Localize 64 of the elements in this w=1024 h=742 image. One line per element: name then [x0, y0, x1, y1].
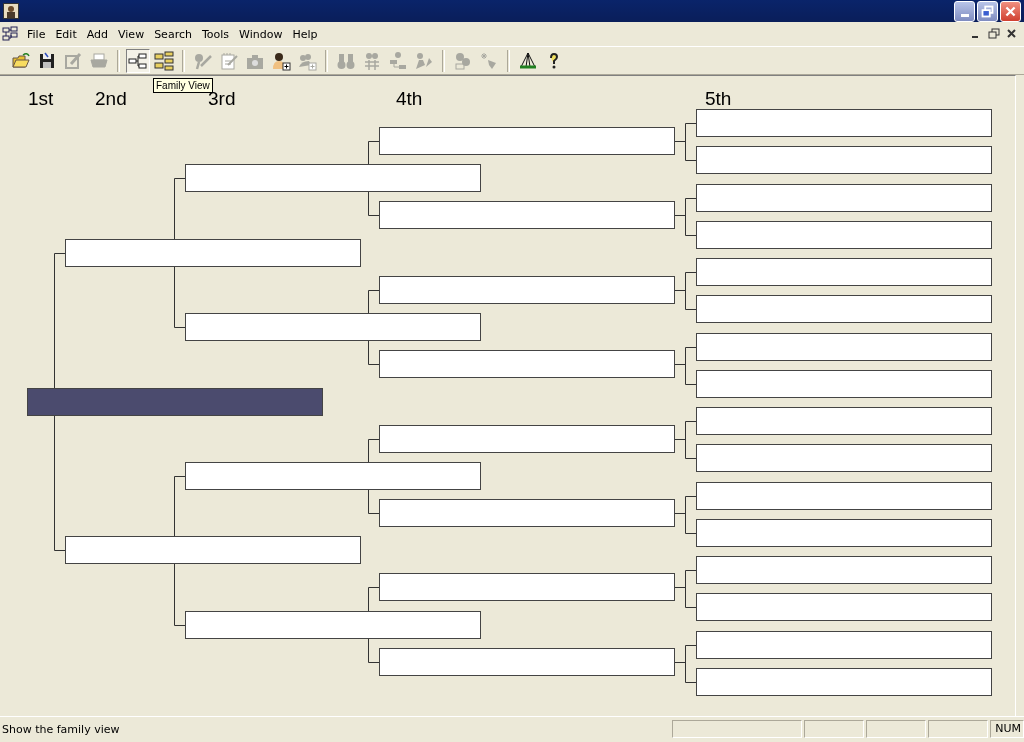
status-message: Show the family view — [2, 722, 120, 736]
person-box[interactable] — [379, 648, 675, 676]
connector-line — [674, 272, 697, 310]
status-pane — [866, 720, 926, 738]
connector-line — [674, 421, 697, 459]
person-box[interactable] — [379, 276, 675, 304]
connector-line — [674, 347, 697, 385]
person-box[interactable] — [379, 127, 675, 155]
person-box[interactable] — [379, 499, 675, 527]
close-button[interactable] — [1000, 0, 1021, 22]
person-box[interactable] — [696, 444, 992, 472]
person-box[interactable] — [379, 201, 675, 229]
person-box[interactable] — [185, 164, 481, 192]
person-box[interactable] — [379, 425, 675, 453]
person-box[interactable] — [696, 668, 992, 696]
person-box[interactable] — [696, 370, 992, 398]
menu-item[interactable]: Help — [287, 25, 323, 43]
person-box[interactable] — [696, 295, 992, 323]
person-box[interactable] — [696, 109, 992, 137]
status-indicator: NUM — [990, 720, 1024, 738]
person-box[interactable] — [185, 611, 481, 639]
restore-button[interactable] — [977, 0, 998, 22]
restore-icon[interactable] — [986, 27, 1002, 41]
generation-label: 1st — [28, 88, 54, 110]
connector-line — [674, 645, 697, 683]
menu-item[interactable]: Search — [149, 25, 197, 43]
tree-diagram-icon[interactable] — [126, 48, 150, 73]
minimize-button[interactable] — [954, 0, 975, 22]
person-box[interactable] — [185, 462, 481, 490]
person-box[interactable] — [696, 631, 992, 659]
person-box[interactable] — [696, 407, 992, 435]
app-icon — [3, 3, 19, 19]
person-box[interactable] — [696, 146, 992, 174]
status-pane — [928, 720, 988, 738]
person-box[interactable] — [696, 519, 992, 547]
connector-line — [674, 570, 697, 608]
status-pane — [804, 720, 864, 738]
connector-line — [674, 496, 697, 534]
person-box[interactable] — [65, 536, 361, 564]
generation-label: 4th — [396, 88, 423, 110]
person-box[interactable] — [696, 184, 992, 212]
menu-item[interactable]: View — [113, 25, 150, 43]
person-box[interactable] — [185, 313, 481, 341]
generation-label: 2nd — [95, 88, 127, 110]
person-box[interactable] — [696, 333, 992, 361]
person-box[interactable] — [696, 593, 992, 621]
person-box[interactable] — [696, 221, 992, 249]
person-box[interactable] — [65, 239, 361, 267]
connector-line — [674, 198, 697, 236]
person-box[interactable] — [696, 556, 992, 584]
document-icon[interactable] — [2, 26, 18, 42]
menu-item[interactable]: Add — [81, 25, 114, 43]
menu-item[interactable]: File — [22, 25, 51, 43]
menu-item[interactable]: Tools — [196, 25, 235, 43]
generation-label: 5th — [705, 88, 732, 110]
tooltip: Family View — [153, 77, 213, 93]
minimize-icon — [960, 13, 969, 17]
person-box[interactable] — [696, 258, 992, 286]
menu-item[interactable]: Edit — [50, 25, 82, 43]
person-box[interactable] — [379, 350, 675, 378]
connector-line — [674, 123, 697, 161]
person-box[interactable] — [379, 573, 675, 601]
person-box[interactable] — [696, 482, 992, 510]
menu-item[interactable]: Window — [234, 25, 288, 43]
